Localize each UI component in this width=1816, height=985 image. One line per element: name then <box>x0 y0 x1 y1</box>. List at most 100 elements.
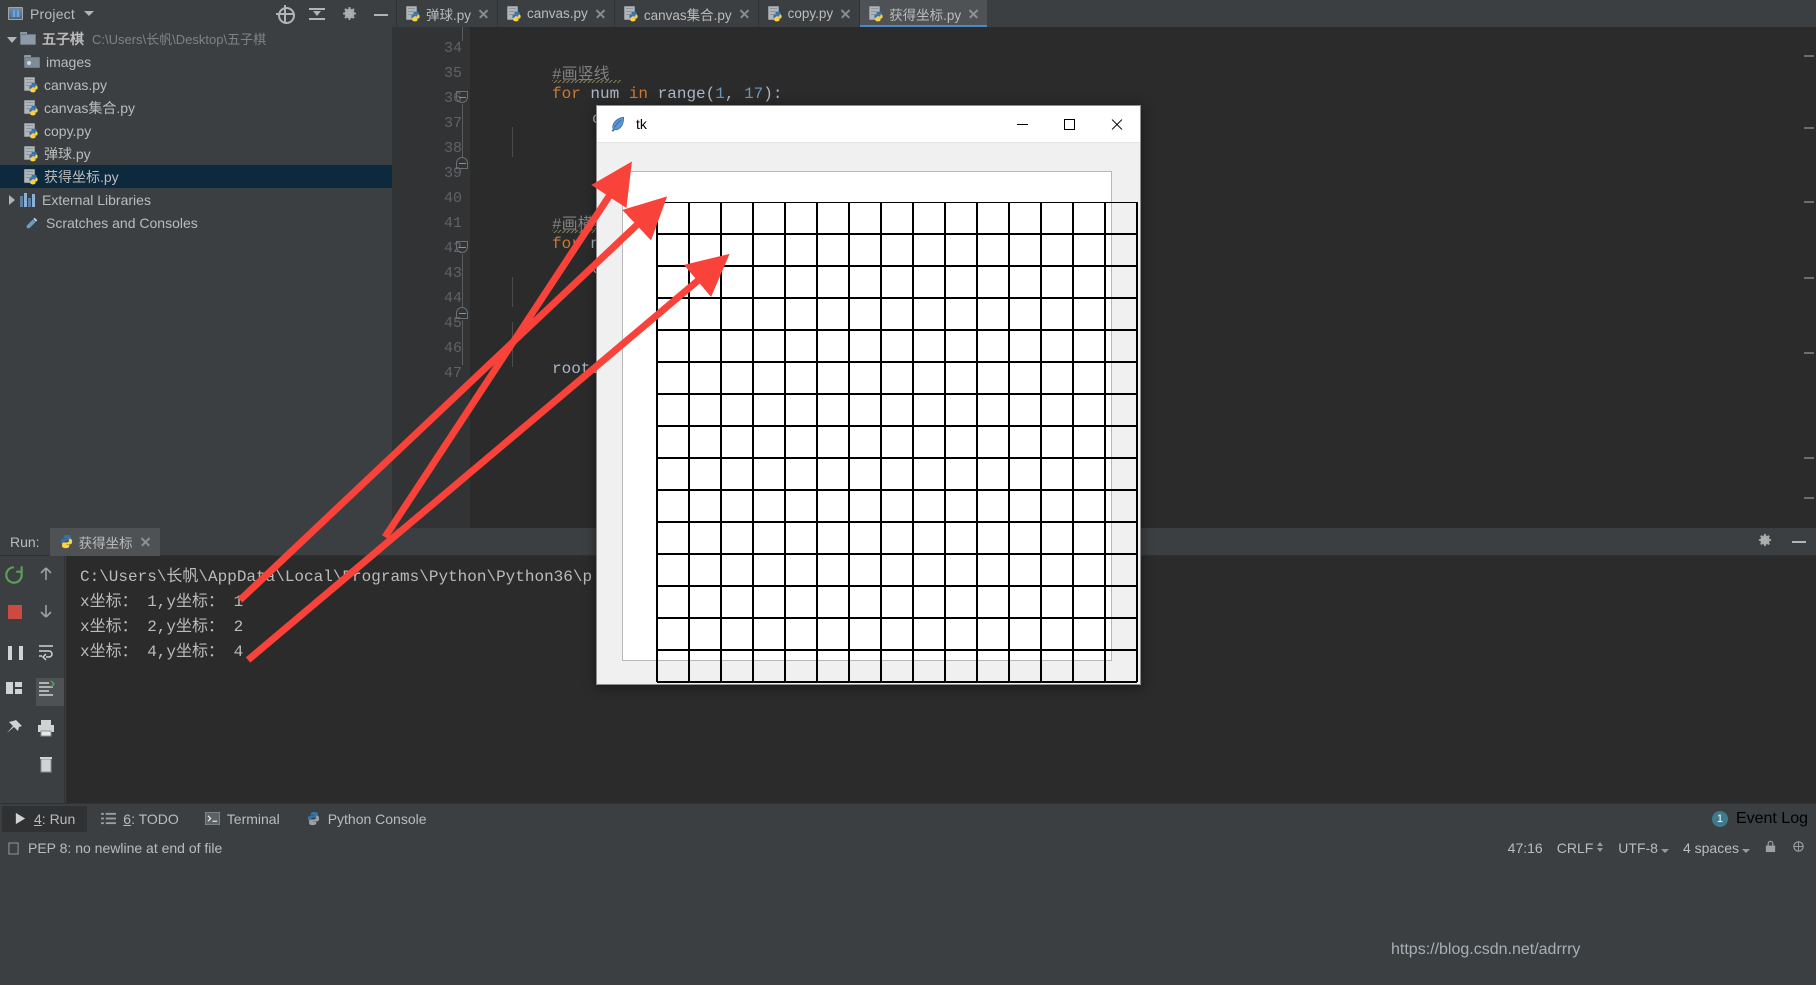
down-icon[interactable] <box>36 601 64 629</box>
arrow-up-glyph <box>36 564 56 584</box>
scrollbar-marker <box>1804 277 1814 279</box>
close-icon[interactable] <box>739 8 750 19</box>
chevron-down-icon[interactable] <box>84 11 94 16</box>
code-token-range: range( <box>648 85 715 103</box>
tool-window-label: Python Console <box>328 811 427 827</box>
pycharm-window: Project <box>0 0 1816 985</box>
run-icon <box>14 812 27 825</box>
fold-marker-close[interactable] <box>456 157 469 170</box>
scrollbar-marker <box>1804 201 1814 203</box>
tk-canvas[interactable] <box>622 171 1112 661</box>
tool-window-todo[interactable]: 6: TODO <box>89 806 191 832</box>
fold-marker-open[interactable] <box>456 91 469 104</box>
close-button[interactable] <box>1093 106 1140 143</box>
tree-item-copy-py[interactable]: copy.py <box>0 119 392 142</box>
tree-item-images[interactable]: images <box>0 50 392 73</box>
editor-tab-bar: 弹球.py canvas.py <box>396 0 987 27</box>
hector-icon[interactable] <box>1791 839 1806 857</box>
tk-title-bar[interactable]: tk <box>597 106 1140 143</box>
gear-icon[interactable] <box>1756 532 1774 550</box>
print-layout-icon[interactable] <box>4 678 32 706</box>
scrollbar-marker <box>1804 457 1814 459</box>
fold-line <box>462 320 463 365</box>
python-file-icon <box>507 6 521 21</box>
up-icon[interactable] <box>36 564 64 592</box>
close-icon[interactable] <box>595 8 606 19</box>
editor-tab-label: canvas集合.py <box>644 4 732 24</box>
editor-tab-1[interactable]: canvas.py <box>497 0 614 27</box>
editor-gutter[interactable]: 34 35 36 37 38 39 40 41 42 43 44 45 46 4… <box>392 27 470 528</box>
tree-item-external-libraries[interactable]: External Libraries <box>0 188 392 211</box>
tool-window-run[interactable]: 4: Run <box>2 806 87 832</box>
line-number: 41 <box>444 215 462 232</box>
gomoku-grid[interactable] <box>655 202 1145 692</box>
inspection-message: PEP 8: no newline at end of file <box>28 840 222 856</box>
fold-line <box>462 104 463 157</box>
gear-glyph <box>340 5 358 23</box>
code-token-comma: , <box>725 85 744 103</box>
gear-icon[interactable] <box>340 5 358 23</box>
close-icon[interactable] <box>140 536 151 547</box>
library-icon <box>20 193 36 207</box>
line-number: 46 <box>444 340 462 357</box>
indent-guide <box>512 322 513 367</box>
target-icon[interactable] <box>276 5 294 23</box>
caret-position[interactable]: 47:16 <box>1508 840 1543 856</box>
editor-tab-3[interactable]: copy.py <box>758 0 860 27</box>
fold-marker-close[interactable] <box>456 307 469 320</box>
tree-item-canvas-py[interactable]: canvas.py <box>0 73 392 96</box>
encoding[interactable]: UTF-8 <box>1618 840 1669 856</box>
tree-item-tanqiu-py[interactable]: 弹球.py <box>0 142 392 165</box>
tk-window[interactable]: tk <box>596 105 1141 685</box>
collapse-all-icon[interactable] <box>308 5 326 23</box>
event-log-button[interactable]: 1 Event Log <box>1712 810 1808 828</box>
line-separator[interactable]: CRLF <box>1557 840 1605 856</box>
minimize-icon[interactable] <box>1790 532 1808 550</box>
rerun-icon[interactable] <box>3 564 31 592</box>
editor-tab-4[interactable]: 获得坐标.py <box>859 0 987 27</box>
minimize-button[interactable] <box>999 106 1046 143</box>
trash-icon[interactable] <box>36 754 64 782</box>
pause-icon[interactable] <box>4 641 32 669</box>
event-log-badge: 1 <box>1712 811 1728 827</box>
hide-panel-icon[interactable] <box>372 5 390 23</box>
close-icon[interactable] <box>478 8 489 19</box>
scratches-icon <box>24 216 40 230</box>
close-icon[interactable] <box>840 8 851 19</box>
tool-window-terminal[interactable]: Terminal <box>193 806 292 832</box>
close-icon[interactable] <box>968 8 979 19</box>
indent-setting[interactable]: 4 spaces <box>1683 840 1750 856</box>
maximize-button[interactable] <box>1046 106 1093 143</box>
code-line-36: for num in range(1, 17): <box>552 85 782 103</box>
editor-tab-0[interactable]: 弹球.py <box>396 0 497 27</box>
line-number: 38 <box>444 140 462 157</box>
stop-icon[interactable] <box>4 601 32 629</box>
scroll-end-glyph <box>36 678 56 698</box>
tree-item-huode-zuobiao-py[interactable]: 获得坐标.py <box>0 165 392 188</box>
tree-item-scratches[interactable]: Scratches and Consoles <box>0 211 392 234</box>
python-file-icon <box>768 6 782 21</box>
lock-icon[interactable] <box>1764 840 1777 856</box>
chevron-expanded-icon[interactable] <box>6 33 18 45</box>
scroll-to-end-icon[interactable] <box>36 678 64 706</box>
tool-window-label: Terminal <box>227 811 280 827</box>
tree-item-canvas-ji-he-py[interactable]: canvas集合.py <box>0 96 392 119</box>
tree-item-root[interactable]: 五子棋 C:\Users\长帆\Desktop\五子棋 <box>0 27 392 50</box>
print-icon[interactable] <box>36 718 64 746</box>
tk-window-controls <box>999 106 1140 143</box>
python-snake-icon <box>28 128 39 139</box>
tree-item-label: Scratches and Consoles <box>46 215 198 231</box>
tree-item-label: 获得坐标.py <box>44 167 119 187</box>
tool-window-python-console[interactable]: Python Console <box>294 806 439 832</box>
fold-marker-open[interactable] <box>456 241 469 254</box>
indent-chevron-icon <box>1742 849 1750 853</box>
run-configuration-tab[interactable]: 获得坐标 <box>50 528 160 556</box>
line-separator-label: CRLF <box>1557 840 1594 856</box>
line-number: 34 <box>444 40 462 57</box>
chevron-collapsed-icon[interactable] <box>6 194 18 206</box>
project-panel-header[interactable]: Project <box>0 0 271 27</box>
pin-icon[interactable] <box>4 718 32 746</box>
python-snake-icon <box>28 151 39 162</box>
editor-tab-2[interactable]: canvas集合.py <box>614 0 758 27</box>
soft-wrap-icon[interactable] <box>36 641 64 669</box>
